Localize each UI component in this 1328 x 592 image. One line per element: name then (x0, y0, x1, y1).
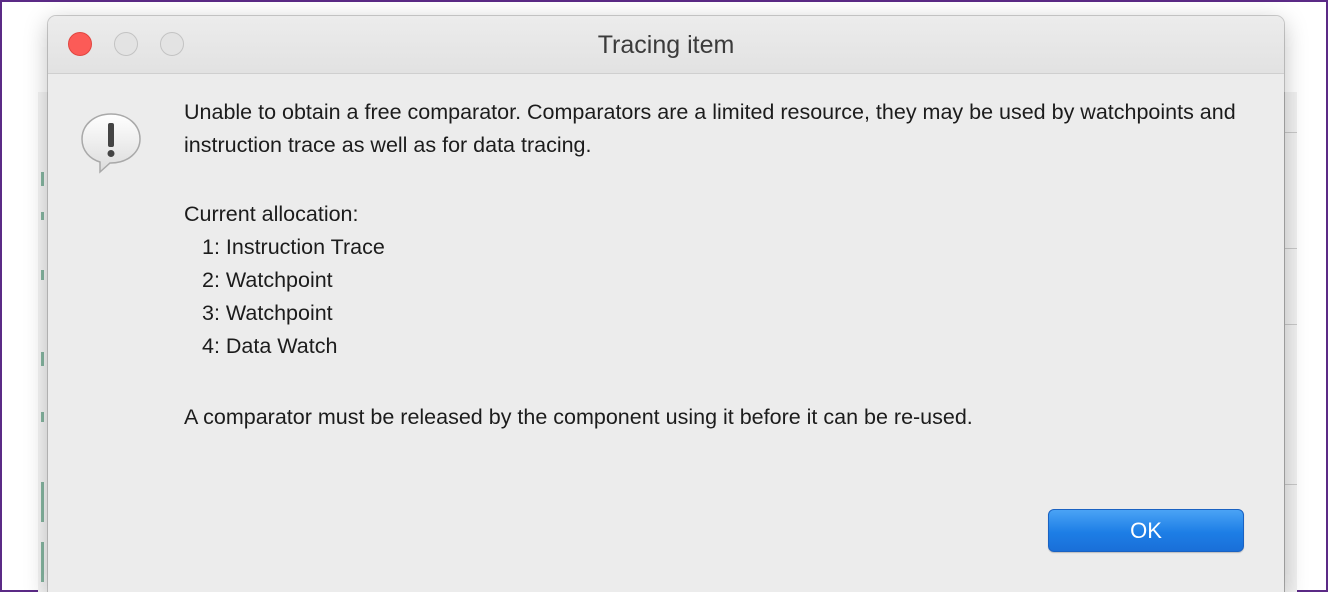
message-intro: Unable to obtain a free comparator. Comp… (184, 100, 1236, 157)
title-bar: Tracing item (48, 16, 1284, 74)
ok-button[interactable]: OK (1048, 509, 1244, 552)
screenshot-frame: Tracing item Unable to obtain a free com… (0, 0, 1328, 592)
message-footer: A comparator must be released by the com… (184, 405, 973, 429)
alert-dialog: Tracing item Unable to obtain a free com… (48, 16, 1284, 592)
alert-caution-icon (78, 110, 144, 176)
background-app-right-edge (1284, 92, 1297, 592)
allocation-item: 4: Data Watch (202, 334, 338, 358)
allocation-list: 1: Instruction Trace 2: Watchpoint 3: Wa… (202, 231, 385, 363)
allocation-heading: Current allocation: (184, 202, 359, 226)
window-title: Tracing item (597, 31, 735, 59)
allocation-item: 1: Instruction Trace (202, 235, 385, 259)
allocation-item: 2: Watchpoint (202, 268, 333, 292)
allocation-item: 3: Watchpoint (202, 301, 333, 325)
